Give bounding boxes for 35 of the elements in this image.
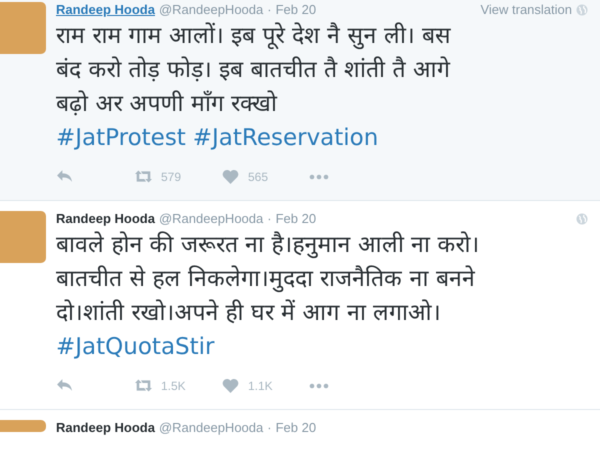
separator-dot: · [267, 420, 272, 435]
hashtag-link[interactable]: #JatProtest [56, 125, 186, 151]
hashtag-link[interactable]: #JatQuotaStir [56, 334, 214, 360]
author-handle: @RandeepHooda [158, 2, 264, 17]
author-name[interactable]: Randeep Hooda [56, 2, 155, 17]
more-icon[interactable] [309, 174, 329, 180]
retweet-icon[interactable] [135, 378, 152, 393]
tweet-time[interactable]: Feb 20 [276, 2, 316, 17]
author-name[interactable]: Randeep Hooda [56, 211, 155, 226]
like-count: 1.1K [248, 378, 273, 392]
tweet-text: राम राम गाम आलों। इब पूरे देश नै सुन ली। बस बंद करो तोड़ फोड़। इब बातचीत तै शांती तै आगे बढ़ो अर अपणी माँग रक्खो #JatProtest #JatReservation [56, 21, 452, 153]
globe-icon[interactable] [576, 212, 588, 224]
heart-icon[interactable] [222, 169, 239, 184]
retweet-count: 579 [161, 170, 182, 184]
author-name[interactable]: Randeep Hooda [56, 420, 155, 435]
tweet-time[interactable]: Feb 20 [276, 211, 316, 226]
avatar-placeholder [0, 2, 46, 54]
like-count: 565 [248, 170, 268, 184]
avatar-placeholder [0, 420, 46, 432]
avatar-placeholder [0, 211, 46, 263]
author-handle: @RandeepHooda [158, 211, 264, 226]
tweet-time[interactable]: Feb 20 [276, 420, 316, 435]
separator-dot: · [267, 211, 272, 226]
hashtag-link[interactable]: #JatReservation [192, 125, 378, 151]
globe-icon[interactable] [576, 4, 588, 16]
tweet-text: बावले होन की जरूरत ना है।हनुमान आली ना करो।बातचीत से हल निकलेगा।मुददा राजनैतिक ना बनने दो।शांती रखो।अपने ही घर में आग ना लगाओ। #JatQuotaStir [56, 230, 480, 362]
retweet-count: 1.5K [161, 378, 186, 392]
view-translation-link[interactable]: View translation [480, 2, 572, 17]
reply-icon[interactable] [56, 378, 73, 393]
separator-dot: · [267, 2, 272, 17]
retweet-icon[interactable] [135, 169, 152, 184]
author-handle: @RandeepHooda [158, 420, 264, 435]
reply-icon[interactable] [56, 169, 73, 184]
heart-icon[interactable] [222, 378, 239, 393]
more-icon[interactable] [309, 382, 329, 388]
